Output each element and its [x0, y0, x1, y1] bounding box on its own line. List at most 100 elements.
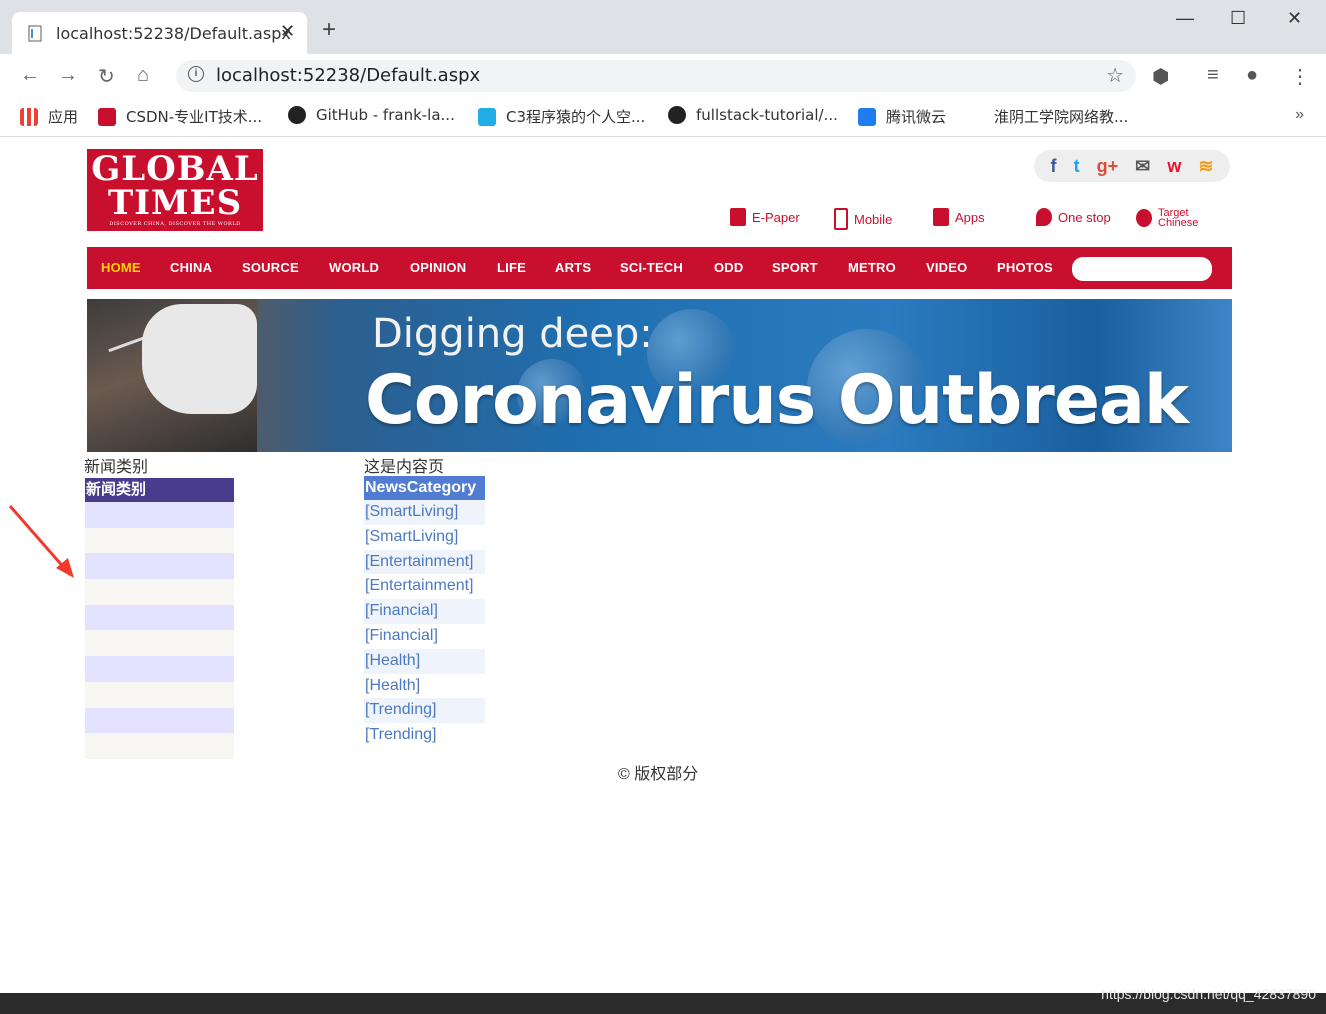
bookmark-github[interactable]: GitHub - frank-la...: [288, 106, 455, 124]
service-target-chinese[interactable]: Target Chinese: [1136, 207, 1210, 229]
info-icon[interactable]: i: [188, 66, 204, 82]
bookmark-label: GitHub - frank-la...: [316, 106, 455, 124]
banner-subtitle: Digging deep:: [372, 311, 653, 357]
bookmark-weiyun[interactable]: 腾讯微云: [858, 106, 946, 127]
bookmark-label: fullstack-tutorial/...: [696, 106, 838, 124]
nav-odd[interactable]: ODD: [714, 260, 744, 275]
table-row: [85, 681, 234, 708]
page-icon: [966, 107, 984, 126]
nav-sci-tech[interactable]: SCI-TECH: [620, 260, 683, 275]
rss-icon[interactable]: ≋: [1198, 156, 1213, 176]
github-icon: [668, 106, 686, 124]
bookmark-fullstack[interactable]: fullstack-tutorial/...: [668, 106, 838, 124]
bookmark-hyit[interactable]: 淮阴工学院网络教...: [966, 106, 1128, 127]
logo-tagline: DISCOVER CHINA, DISCOVER THE WORLD: [109, 221, 241, 227]
category-link[interactable]: [Trending]: [364, 698, 485, 724]
table-row: [85, 707, 234, 734]
category-link[interactable]: [Health]: [364, 673, 485, 699]
face-mask: [142, 304, 257, 414]
url-text[interactable]: localhost:52238/Default.aspx: [216, 65, 480, 86]
weibo-icon[interactable]: w: [1167, 156, 1181, 176]
nav-opinion[interactable]: OPINION: [410, 260, 466, 275]
maximize-icon[interactable]: ☐: [1230, 8, 1246, 29]
nav-sport[interactable]: SPORT: [772, 260, 818, 275]
bilibili-icon: [478, 107, 496, 126]
news-category-header: NewsCategory: [364, 476, 485, 500]
github-icon: [288, 106, 306, 124]
google-plus-icon[interactable]: g+: [1097, 156, 1119, 176]
hero-banner[interactable]: Digging deep: Coronavirus Outbreak: [87, 299, 1232, 452]
site-search-input[interactable]: [1072, 257, 1212, 281]
home-icon[interactable]: ⌂: [137, 64, 149, 87]
reload-icon[interactable]: ↻: [98, 64, 115, 89]
table-row: [85, 527, 234, 554]
category-link[interactable]: [Entertainment]: [364, 574, 485, 600]
twitter-icon[interactable]: t: [1074, 156, 1080, 176]
extension-icon[interactable]: ⬢: [1152, 64, 1169, 89]
social-links: f t g+ ✉ w ≋: [1034, 150, 1230, 182]
logo-line-2: TIMES: [107, 183, 243, 223]
category-link[interactable]: [Financial]: [364, 623, 485, 649]
media-control-icon[interactable]: ≡: [1207, 64, 1219, 87]
email-icon[interactable]: ✉: [1135, 156, 1150, 176]
bookmark-label: 应用: [48, 108, 79, 126]
bookmark-label: C3程序猿的个人空...: [506, 108, 646, 126]
category-grid-header: 新闻类别: [85, 478, 234, 502]
bookmarks-overflow-icon[interactable]: »: [1295, 106, 1304, 124]
category-link[interactable]: [Entertainment]: [364, 549, 485, 575]
service-label: Apps: [955, 209, 985, 225]
minimize-icon[interactable]: —: [1176, 8, 1194, 29]
cloud-icon: [858, 107, 876, 126]
bookmark-c3[interactable]: C3程序猿的个人空...: [478, 106, 645, 127]
service-mobile[interactable]: Mobile: [834, 208, 892, 230]
nav-source[interactable]: SOURCE: [242, 260, 299, 275]
nav-photos[interactable]: PHOTOS: [997, 260, 1053, 275]
browser-tab[interactable]: localhost:52238/Default.aspx ✕: [12, 12, 307, 54]
csdn-icon: [98, 107, 116, 126]
nav-life[interactable]: LIFE: [497, 260, 526, 275]
close-tab-icon[interactable]: ✕: [280, 21, 295, 42]
apps-grid-icon: [20, 107, 38, 126]
service-label: Target Chinese: [1158, 207, 1199, 229]
nav-world[interactable]: WORLD: [329, 260, 379, 275]
nav-arts[interactable]: ARTS: [555, 260, 591, 275]
content-label: 这是内容页: [364, 459, 445, 476]
table-row: [85, 733, 234, 759]
nav-video[interactable]: VIDEO: [926, 260, 967, 275]
nav-metro[interactable]: METRO: [848, 260, 896, 275]
category-grid: 新闻类别: [85, 478, 234, 759]
tab-title: localhost:52238/Default.aspx: [56, 24, 291, 43]
nav-home[interactable]: HOME: [101, 260, 141, 275]
profile-avatar-icon[interactable]: ●: [1246, 64, 1258, 87]
bookmark-star-icon[interactable]: ☆: [1106, 63, 1124, 88]
forward-icon[interactable]: →: [58, 64, 78, 87]
service-apps[interactable]: Apps: [933, 208, 985, 226]
logo-line-1: GLOBAL: [91, 149, 259, 189]
watermark-text: https://blog.csdn.net/qq_42837890: [1101, 986, 1316, 1002]
site-logo[interactable]: GLOBAL TIMES DISCOVER CHINA, DISCOVER TH…: [87, 149, 263, 231]
bookmark-label: 淮阴工学院网络教...: [994, 108, 1129, 126]
table-row: [85, 553, 234, 580]
category-link[interactable]: [Health]: [364, 648, 485, 674]
bookmark-csdn[interactable]: CSDN-专业IT技术...: [98, 106, 262, 127]
address-bar[interactable]: i localhost:52238/Default.aspx ☆: [176, 60, 1136, 92]
red-arrow-annotation: [8, 505, 74, 578]
back-icon[interactable]: ←: [20, 64, 40, 87]
nav-china[interactable]: CHINA: [170, 260, 212, 275]
category-link[interactable]: [SmartLiving]: [364, 500, 485, 525]
facebook-icon[interactable]: f: [1051, 156, 1057, 176]
category-link[interactable]: [Financial]: [364, 599, 485, 624]
table-row: [85, 579, 234, 605]
bookmark-apps[interactable]: 应用: [20, 106, 78, 127]
category-link[interactable]: [Trending]: [364, 723, 485, 748]
service-epaper[interactable]: E-Paper: [730, 208, 800, 226]
category-link[interactable]: [SmartLiving]: [364, 524, 485, 550]
window-close-icon[interactable]: ✕: [1287, 8, 1302, 29]
new-tab-button[interactable]: +: [322, 18, 336, 42]
newspaper-icon: [730, 208, 746, 226]
table-row: [85, 630, 234, 657]
menu-kebab-icon[interactable]: ⋮: [1290, 64, 1310, 89]
service-one-stop[interactable]: One stop: [1036, 208, 1111, 226]
category-label: 新闻类别: [84, 459, 149, 476]
service-label: E-Paper: [752, 209, 800, 225]
